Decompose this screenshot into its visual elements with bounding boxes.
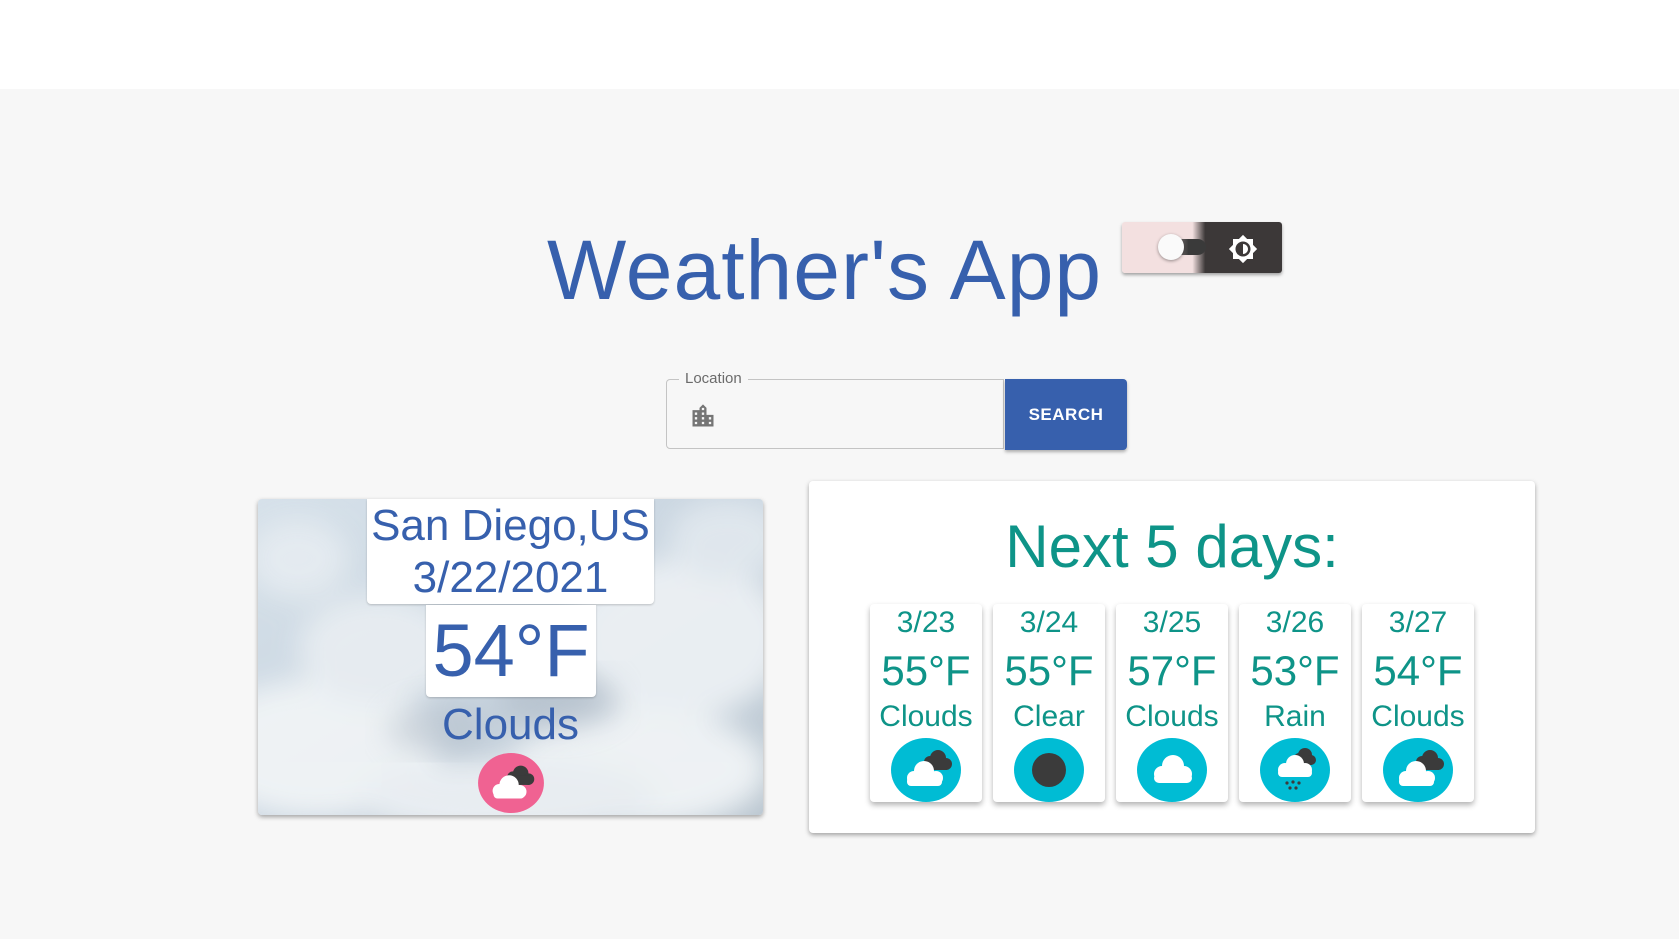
current-temperature: 54°F [432, 609, 590, 692]
temperature-box: 54°F [426, 605, 596, 697]
forecast-temperature: 53°F [1250, 647, 1340, 694]
forecast-condition: Rain [1264, 700, 1326, 733]
forecast-condition: Clouds [879, 700, 973, 733]
app-title: Weather's App [547, 223, 1103, 317]
clear-icon [1014, 738, 1084, 802]
forecast-condition: Clear [1013, 700, 1085, 733]
forecast-date: 3/24 [1019, 606, 1079, 639]
forecast-date: 3/26 [1265, 606, 1325, 639]
location-box: San Diego,US 3/22/2021 [367, 499, 654, 604]
forecast-condition: Clouds [1125, 700, 1219, 733]
brightness-icon[interactable] [1228, 234, 1258, 264]
theme-toggle[interactable] [1122, 222, 1282, 273]
city-name: San Diego,US [371, 501, 650, 550]
search-button[interactable]: SEARCH [1005, 379, 1127, 450]
forecast-temperature: 57°F [1127, 647, 1217, 694]
current-weather-card: San Diego,US 3/22/2021 54°F Clouds [258, 499, 763, 815]
cloud-icon [1137, 738, 1207, 802]
forecast-day-card: 3/25 57°F Clouds [1116, 604, 1228, 802]
forecast-date: 3/25 [1142, 606, 1202, 639]
forecast-day-card: 3/23 55°F Clouds [870, 604, 982, 802]
current-condition: Clouds [442, 700, 579, 749]
forecast-card: Next 5 days: 3/23 55°F Clouds 3/24 55°F … [809, 481, 1535, 833]
location-label: Location [679, 370, 748, 388]
clouds-icon [478, 752, 544, 814]
forecast-date: 3/23 [896, 606, 956, 639]
forecast-title: Next 5 days: [1005, 513, 1339, 580]
forecast-temperature: 55°F [881, 647, 971, 694]
clouds-icon [891, 738, 961, 802]
location-input[interactable] [731, 394, 995, 436]
current-date: 3/22/2021 [412, 553, 609, 602]
switch-thumb[interactable] [1158, 234, 1184, 260]
forecast-day-card: 3/24 55°F Clear [993, 604, 1105, 802]
forecast-temperature: 55°F [1004, 647, 1094, 694]
forecast-date: 3/27 [1388, 606, 1448, 639]
forecast-condition: Clouds [1371, 700, 1465, 733]
forecast-temperature: 54°F [1373, 647, 1463, 694]
forecast-day-card: 3/27 54°F Clouds [1362, 604, 1474, 802]
forecast-day-card: 3/26 53°F Rain [1239, 604, 1351, 802]
city-icon [692, 404, 714, 427]
clouds-icon [1383, 738, 1453, 802]
rain-icon [1260, 738, 1330, 802]
location-field[interactable]: Location [666, 370, 1004, 449]
